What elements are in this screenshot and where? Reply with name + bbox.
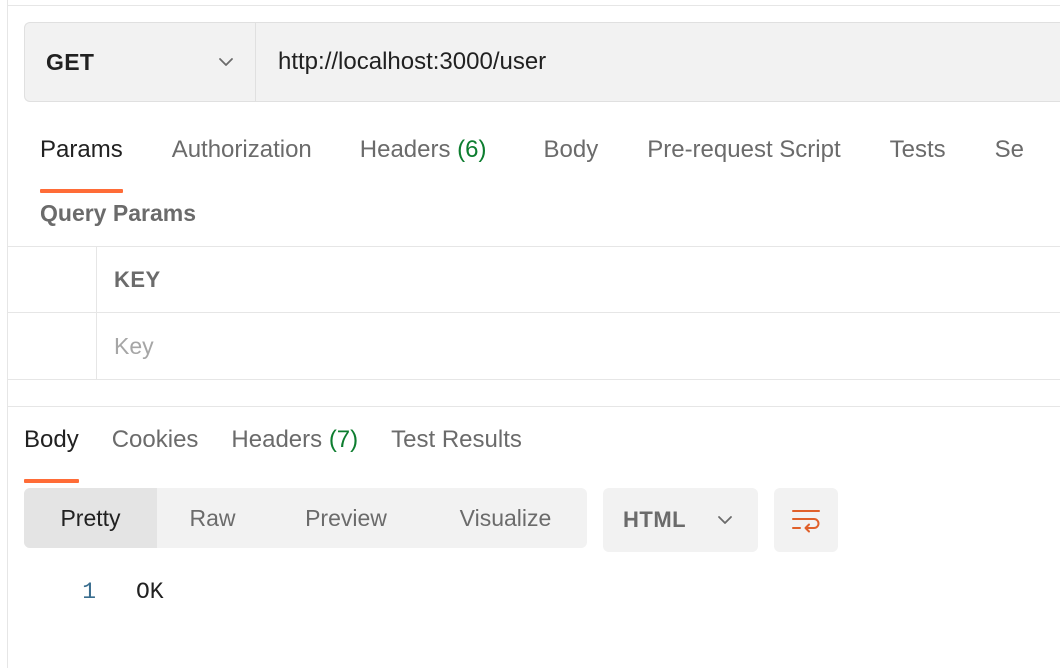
checkbox-column xyxy=(7,247,97,312)
tab-authorization[interactable]: Authorization xyxy=(172,128,312,184)
tab-tests[interactable]: Tests xyxy=(890,128,946,184)
chevron-down-icon xyxy=(718,516,732,524)
tab-label: Body xyxy=(543,136,599,163)
top-divider xyxy=(7,5,1060,6)
tab-label: Headers xyxy=(359,136,451,163)
tab-label: Params xyxy=(40,136,123,163)
key-column-header: KEY xyxy=(97,247,1060,312)
tab-headers[interactable]: Headers (6) xyxy=(360,128,487,184)
row-checkbox-cell xyxy=(7,313,97,379)
tab-pre-request-script[interactable]: Pre-request Script xyxy=(647,128,840,184)
wrap-lines-icon xyxy=(792,510,820,533)
key-cell xyxy=(97,313,1060,379)
format-select[interactable]: HTML xyxy=(603,488,758,552)
tab-label: Test Results xyxy=(391,426,522,453)
key-header-label: KEY xyxy=(114,266,161,292)
url-bar: GET xyxy=(24,22,1060,102)
tab-label: Body xyxy=(24,426,79,453)
tab-label: Se xyxy=(994,136,1024,163)
url-input[interactable] xyxy=(256,23,1060,101)
tab-response-headers[interactable]: Headers (7) xyxy=(231,418,358,474)
wrap-lines-button[interactable] xyxy=(774,488,838,552)
visualize-button[interactable]: Visualize xyxy=(424,488,587,548)
headers-count: (6) xyxy=(457,136,487,163)
pretty-button[interactable]: Pretty xyxy=(24,488,157,548)
response-headers-count: (7) xyxy=(328,426,359,453)
response-divider xyxy=(7,406,1060,407)
response-line-text: OK xyxy=(136,579,164,605)
tab-test-results[interactable]: Test Results xyxy=(391,418,522,474)
table-header-row: KEY xyxy=(7,247,1060,313)
tab-cookies[interactable]: Cookies xyxy=(112,418,199,474)
query-params-title: Query Params xyxy=(40,200,196,226)
tab-label: Pre-request Script xyxy=(647,136,841,163)
method-label: GET xyxy=(46,48,95,75)
tab-label: Tests xyxy=(889,136,946,163)
tab-body[interactable]: Body xyxy=(544,128,599,184)
tab-label: Cookies xyxy=(111,426,199,453)
request-tabs: Params Authorization Headers (6) Body Pr… xyxy=(40,128,1024,193)
preview-button[interactable]: Preview xyxy=(268,488,424,548)
query-params-table: KEY xyxy=(7,246,1060,380)
response-tabs: Body Cookies Headers (7) Test Results xyxy=(24,418,522,483)
chevron-down-icon xyxy=(219,58,233,66)
tab-settings[interactable]: Se xyxy=(995,128,1024,184)
view-mode-group: Pretty Raw Preview Visualize xyxy=(24,488,587,548)
tab-response-body[interactable]: Body xyxy=(24,418,79,483)
line-number: 1 xyxy=(82,579,96,605)
tab-label: Authorization xyxy=(171,136,312,163)
format-label: HTML xyxy=(623,507,687,532)
table-row xyxy=(7,313,1060,379)
key-input[interactable] xyxy=(114,332,714,360)
tab-label: Headers xyxy=(231,426,323,453)
raw-button[interactable]: Raw xyxy=(157,488,268,548)
response-body: 1 OK xyxy=(24,570,1060,614)
tab-params[interactable]: Params xyxy=(40,128,123,193)
method-select[interactable]: GET xyxy=(25,23,256,101)
